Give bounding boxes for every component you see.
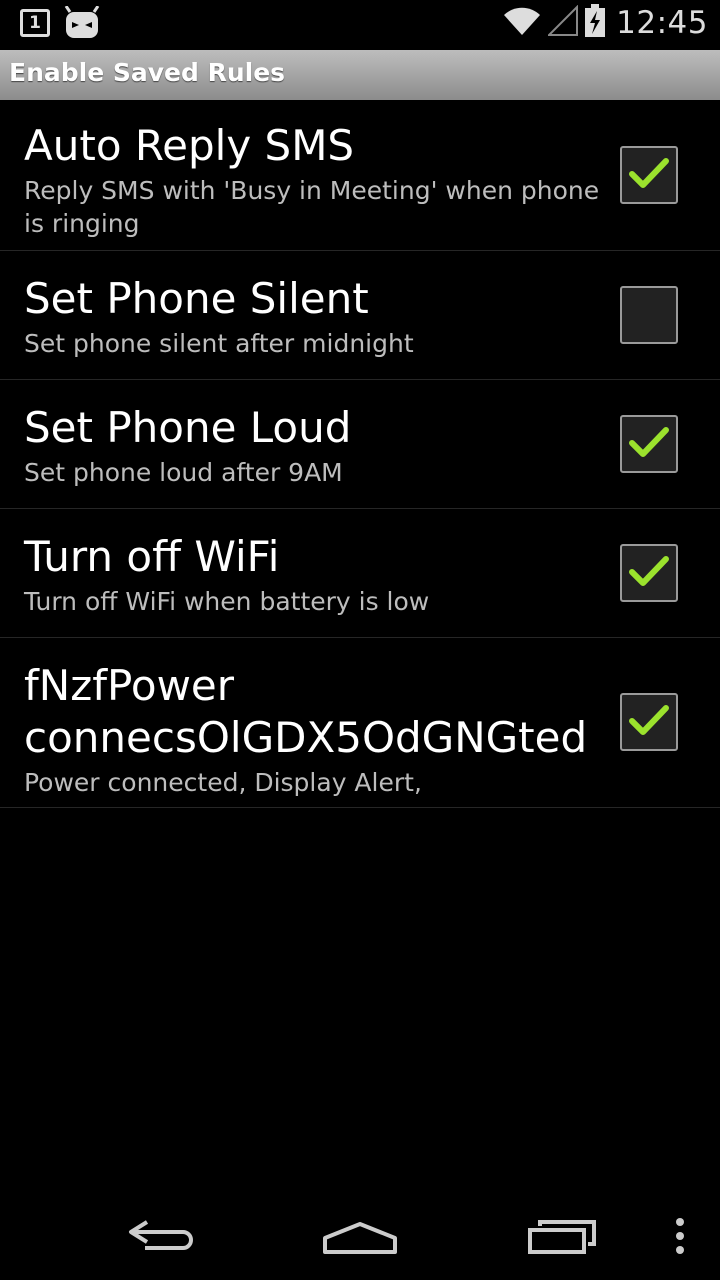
rule-title: Auto Reply SMS	[24, 121, 355, 170]
rule-checkbox[interactable]	[620, 146, 678, 204]
calendar-day: 1	[29, 13, 41, 33]
back-icon	[129, 1220, 193, 1250]
rule-summary: Reply SMS with 'Busy in Meeting' when ph…	[24, 176, 600, 238]
home-icon	[323, 1222, 397, 1254]
rule-title: fNzfPower connecsOlGDX5OdGNGted	[24, 661, 588, 762]
wifi-icon	[502, 5, 542, 41]
rule-summary: Set phone loud after 9AM	[24, 458, 343, 487]
back-button[interactable]	[110, 1206, 210, 1266]
rule-checkbox[interactable]	[620, 693, 678, 751]
cyanogenmod-mascot-icon	[64, 5, 100, 40]
rule-title: Set Phone Loud	[24, 403, 352, 452]
navigation-bar	[0, 1192, 720, 1280]
home-button[interactable]	[310, 1206, 410, 1266]
page-title: Enable Saved Rules	[9, 58, 286, 87]
rule-summary: Turn off WiFi when battery is low	[24, 587, 430, 616]
rule-checkbox[interactable]	[620, 544, 678, 602]
checkmark-icon	[629, 427, 669, 457]
checkmark-icon	[629, 556, 669, 586]
rule-summary: Power connected, Display Alert,	[24, 768, 422, 797]
rule-title: Turn off WiFi	[24, 532, 280, 581]
cell-signal-icon	[546, 4, 579, 41]
rule-summary: Set phone silent after midnight	[24, 329, 414, 358]
rule-checkbox[interactable]	[620, 415, 678, 473]
checkmark-icon	[629, 705, 669, 735]
clock: 12:45	[616, 5, 708, 41]
rule-item-power-connected[interactable]: fNzfPower connecsOlGDX5OdGNGted Power co…	[0, 638, 720, 808]
rule-checkbox[interactable]	[620, 286, 678, 344]
overflow-menu-icon	[676, 1218, 684, 1254]
rule-item-auto-reply-sms[interactable]: Auto Reply SMS Reply SMS with 'Busy in M…	[0, 100, 720, 251]
rule-item-set-phone-loud[interactable]: Set Phone Loud Set phone loud after 9AM	[0, 380, 720, 509]
rules-list: Auto Reply SMS Reply SMS with 'Busy in M…	[0, 100, 720, 808]
rule-item-turn-off-wifi[interactable]: Turn off WiFi Turn off WiFi when battery…	[0, 509, 720, 638]
rule-title: Set Phone Silent	[24, 274, 369, 323]
overflow-menu-button[interactable]	[660, 1206, 700, 1266]
battery-charging-icon	[584, 4, 606, 42]
rule-item-set-phone-silent[interactable]: Set Phone Silent Set phone silent after …	[0, 251, 720, 380]
calendar-notification-icon: 1	[20, 9, 50, 37]
status-bar: 1 12:45	[0, 0, 720, 50]
title-bar: Enable Saved Rules	[0, 50, 720, 100]
checkmark-icon	[629, 158, 669, 188]
recents-icon	[528, 1220, 596, 1254]
recents-button[interactable]	[512, 1206, 612, 1266]
